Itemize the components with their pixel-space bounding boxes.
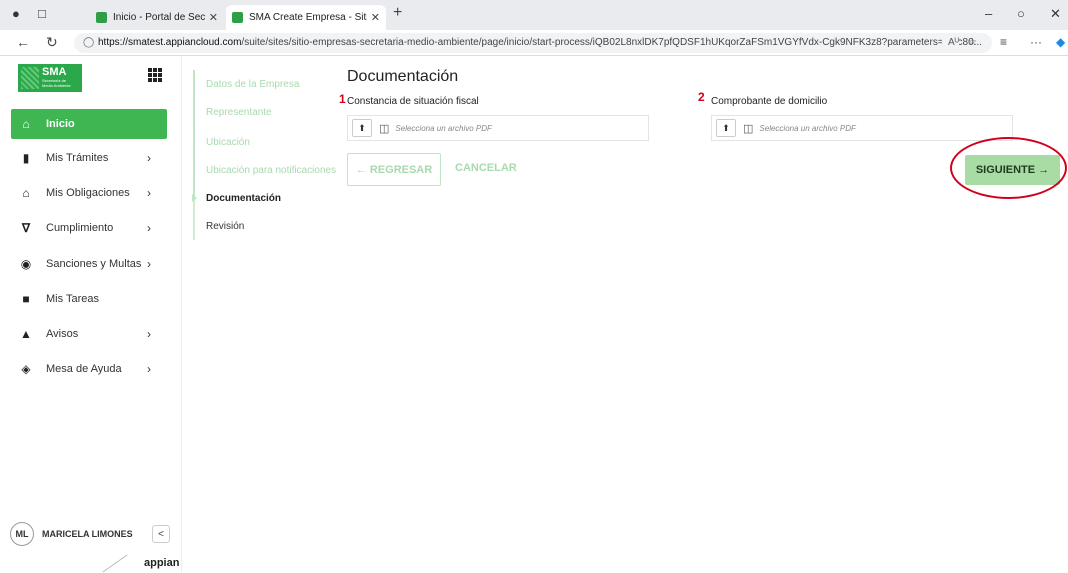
browser-tab-portal[interactable]: Inicio - Portal de Secretaría de Me ✕ (90, 5, 224, 30)
sidebar-item-label: Mis Obligaciones (46, 187, 130, 199)
cancel-button[interactable]: CANCELAR (455, 162, 517, 174)
sidebar-item-label: Sanciones y Multas (46, 258, 142, 270)
url-host: https://smatest.appiancloud.com (98, 37, 242, 48)
minimize-icon[interactable]: – (985, 6, 992, 21)
appian-logo: appian (0, 553, 182, 573)
appian-brand-text: appian (144, 557, 180, 569)
site-info-icon[interactable]: ◯ (83, 33, 94, 53)
url-input[interactable]: ◯ https://smatest.appiancloud.com/suite/… (74, 33, 992, 53)
favorites-icon[interactable]: ≡ (1000, 35, 1007, 49)
address-bar: ← ↻ ◯ https://smatest.appiancloud.com/su… (0, 30, 1068, 56)
page-title: Documentación (347, 68, 459, 85)
new-tab-icon[interactable]: + (393, 4, 402, 22)
maximize-icon[interactable]: ○ (1017, 6, 1025, 21)
file-upload-constancia[interactable]: ⬆ ◫ Selecciona un archivo PDF (347, 115, 649, 141)
sidebar-item-inicio[interactable]: ⌂ Inicio (11, 109, 167, 139)
document-icon: ▮ (22, 151, 30, 165)
sidebar-item-mis-obligaciones[interactable]: ⌂ Mis Obligaciones › (11, 178, 167, 208)
annotation-number-1: 1 (339, 92, 346, 106)
back-button[interactable]: ← REGRESAR (347, 153, 441, 186)
profile-icon[interactable]: ● (12, 6, 20, 21)
file-icon: ◫ (379, 122, 390, 135)
sidebar-item-sanciones[interactable]: ◉ Sanciones y Multas › (11, 249, 167, 279)
chevron-right-icon: › (147, 362, 151, 376)
home-icon: ⌂ (22, 117, 30, 131)
step-documentacion: Documentación (206, 193, 282, 204)
step-revision: Revisión (206, 221, 245, 232)
chevron-right-icon: › (147, 327, 151, 341)
sidebar-item-label: Mis Tareas (46, 293, 99, 305)
chevron-right-icon: › (147, 257, 151, 271)
field-label-comprobante: Comprobante de domicilio (711, 96, 828, 107)
browser-tab-sma-create[interactable]: SMA Create Empresa - Sitio para e ✕ (226, 5, 386, 30)
sidebar-item-label: Mis Trámites (46, 152, 109, 164)
sidebar-item-label: Inicio (46, 118, 75, 130)
upload-placeholder: Selecciona un archivo PDF (395, 123, 492, 133)
sidebar-item-label: Mesa de Ayuda (46, 363, 122, 375)
reload-icon[interactable]: ↻ (46, 34, 58, 51)
url-path: /suite/sites/sitio-empresas-secretaria-m… (241, 37, 983, 48)
close-tab-icon[interactable]: ✕ (371, 11, 380, 24)
steps-rail-progress (193, 70, 195, 200)
copilot-icon[interactable]: ◆ (1056, 35, 1065, 49)
sidebar-item-label: Avisos (46, 328, 79, 340)
medal-icon: ∇ (21, 221, 31, 235)
sma-logo[interactable]: SMA Secretaría de Medio Ambiente (18, 64, 82, 92)
annotation-number-2: 2 (698, 90, 705, 104)
close-tab-icon[interactable]: ✕ (209, 11, 218, 24)
upload-icon[interactable]: ⬆ (716, 119, 736, 137)
read-aloud-icon[interactable]: Aᵁ (942, 33, 959, 53)
more-icon[interactable]: ··· (1030, 35, 1042, 49)
upload-placeholder: Selecciona un archivo PDF (759, 123, 856, 133)
briefcase-icon: ■ (22, 292, 30, 306)
fine-icon: ◉ (20, 257, 32, 271)
handshake-icon: ◈ (21, 362, 31, 376)
sidebar-item-mesa-de-ayuda[interactable]: ◈ Mesa de Ayuda › (11, 354, 167, 384)
tab-title: Inicio - Portal de Secretaría de Me (113, 12, 205, 23)
annotation-circle (950, 137, 1067, 199)
apps-grid-icon[interactable] (148, 68, 162, 82)
sidebar-item-mis-tareas[interactable]: ■ Mis Tareas (11, 284, 167, 314)
current-step-marker-icon (192, 194, 197, 202)
step-datos-empresa[interactable]: Datos de la Empresa (206, 79, 299, 90)
favorite-star-icon[interactable]: ☆ (968, 33, 977, 53)
logo-pattern (21, 67, 39, 89)
chevron-right-icon: › (147, 186, 151, 200)
back-icon[interactable]: ← (16, 34, 30, 50)
avatar[interactable]: ML (10, 522, 34, 546)
step-ubicacion-notificaciones[interactable]: Ubicación para notificaciones (206, 165, 336, 176)
chevron-right-icon: › (147, 151, 151, 165)
upload-icon[interactable]: ⬆ (352, 119, 372, 137)
sidebar-item-mis-tramites[interactable]: ▮ Mis Trámites › (11, 143, 167, 173)
favicon-icon (96, 12, 107, 23)
logo-subtitle: Secretaría de Medio Ambiente (42, 78, 71, 88)
warning-icon: ▲ (20, 327, 32, 341)
sidebar-item-cumplimiento[interactable]: ∇ Cumplimiento › (11, 213, 167, 243)
logo-slash (102, 554, 128, 573)
field-label-constancia: Constancia de situación fiscal (347, 96, 479, 107)
tab-actions-icon[interactable]: □ (38, 6, 46, 21)
close-window-icon[interactable]: ✕ (1050, 6, 1061, 22)
sidebar-item-avisos[interactable]: ▲ Avisos › (11, 319, 167, 349)
logo-text: SMA (42, 66, 67, 78)
sidebar-item-label: Cumplimiento (46, 222, 114, 234)
step-ubicacion[interactable]: Ubicación (206, 137, 250, 148)
tab-title: SMA Create Empresa - Sitio para e (249, 12, 367, 23)
sidebar: SMA Secretaría de Medio Ambiente ⌂ Inici… (0, 56, 182, 573)
file-upload-comprobante[interactable]: ⬆ ◫ Selecciona un archivo PDF (711, 115, 1013, 141)
user-profile[interactable]: ML MARICELA LIMONES < (10, 522, 170, 546)
favicon-icon (232, 12, 243, 23)
bank-icon: ⌂ (22, 186, 30, 200)
browser-tab-bar: ● □ Inicio - Portal de Secretaría de Me … (0, 0, 1068, 30)
chevron-right-icon: › (147, 221, 151, 235)
user-name: MARICELA LIMONES (42, 529, 133, 539)
file-icon: ◫ (743, 122, 754, 135)
collapse-sidebar-icon[interactable]: < (152, 525, 170, 543)
step-representante[interactable]: Representante (206, 107, 272, 118)
